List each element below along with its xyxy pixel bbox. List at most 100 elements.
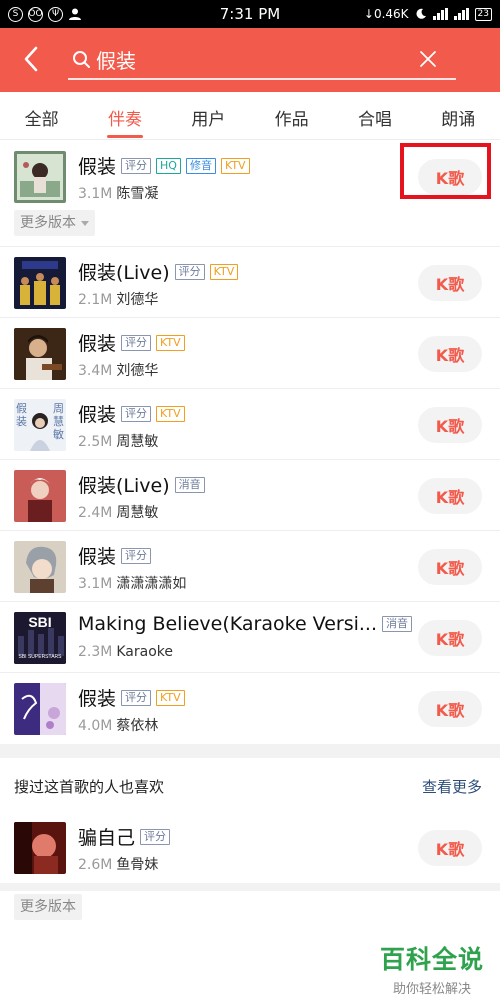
tag-score: 评分 — [121, 689, 152, 706]
artist-name: 刘德华 — [116, 292, 159, 308]
sing-button[interactable]: K歌 — [418, 478, 482, 514]
tag-score: 评分 — [121, 547, 152, 564]
song-row[interactable]: 假装 评分 KTV 4.0M 蔡依林 K歌 — [0, 673, 500, 744]
play-count: 2.4M — [78, 505, 113, 521]
tag-vocal-removed: 消音 — [174, 476, 205, 493]
tab-works[interactable]: 作品 — [250, 92, 333, 139]
tag-ktv: KTV — [156, 689, 185, 706]
highlight-box — [400, 143, 491, 199]
artist-name: 周慧敏 — [116, 434, 159, 450]
more-versions-label: 更多版本 — [20, 899, 76, 915]
artist-name: 陈雪凝 — [116, 186, 159, 202]
tag-score: 评分 — [121, 334, 152, 351]
artist-name: 鱼骨妹 — [116, 857, 159, 873]
play-count: 4.0M — [78, 718, 113, 734]
song-row[interactable]: 假装(Live) 消音 2.4M 周慧敏 K歌 — [0, 460, 500, 531]
song-row[interactable]: 假装(Live) 评分 KTV 2.1M 刘德华 K歌 — [0, 247, 500, 318]
tag-vocal-removed: 消音 — [382, 616, 412, 632]
sing-button[interactable]: K歌 — [418, 265, 482, 301]
user-icon — [69, 8, 81, 20]
artist-name: 刘德华 — [116, 363, 159, 379]
album-cover — [14, 683, 66, 735]
notification-oo-icon: OO — [28, 6, 43, 22]
song-title: Making Believe(Karaoke Versi... — [78, 613, 377, 635]
sing-button[interactable]: K歌 — [418, 407, 482, 443]
tab-all[interactable]: 全部 — [0, 92, 83, 139]
tab-users[interactable]: 用户 — [167, 92, 250, 139]
notification-psi-icon: Ψ — [48, 6, 63, 22]
song-title: 假装 — [78, 546, 117, 568]
play-count: 2.6M — [78, 857, 113, 873]
related-section-header: 搜过这首歌的人也喜欢 查看更多 — [0, 758, 500, 814]
search-query: 假装 — [96, 48, 136, 73]
tag-ktv: KTV — [156, 405, 185, 422]
album-cover — [14, 328, 66, 380]
tag-score: 评分 — [174, 263, 205, 280]
search-input[interactable]: 假装 — [68, 40, 456, 80]
clear-search-button[interactable] — [414, 45, 442, 73]
watermark: 百科全说 助你轻松解决 — [372, 940, 492, 997]
song-title: 假装(Live) — [78, 475, 170, 497]
tag-score: 评分 — [121, 405, 152, 422]
album-cover — [14, 257, 66, 309]
cover-char: 装 — [16, 415, 27, 428]
sing-button[interactable]: K歌 — [418, 336, 482, 372]
song-row[interactable]: SBI SBI SUPERSTARS Making Believe(Karaok… — [0, 602, 500, 673]
album-cover — [14, 151, 66, 203]
song-title: 假装 — [78, 333, 117, 355]
search-header: 假装 — [0, 28, 500, 92]
play-count: 2.1M — [78, 292, 113, 308]
search-icon — [73, 51, 90, 68]
section-divider — [0, 883, 500, 891]
tab-accompaniment[interactable]: 伴奏 — [83, 92, 166, 139]
play-count: 3.4M — [78, 363, 113, 379]
artist-name: Karaoke — [116, 644, 173, 660]
view-more-link[interactable]: 查看更多 — [422, 776, 482, 797]
watermark-subtitle: 助你轻松解决 — [392, 982, 471, 997]
tag-ktv: KTV — [156, 334, 185, 351]
caret-down-icon — [81, 220, 89, 226]
song-row[interactable]: 假 周 装 慧 敏 假装 评分 KTV 2.5M 周慧敏 K歌 — [0, 389, 500, 460]
tab-recitation[interactable]: 朗诵 — [417, 92, 500, 139]
chevron-left-icon — [24, 46, 38, 72]
cover-sub-text: SBI SUPERSTARS — [18, 654, 62, 660]
album-cover: 假 周 装 慧 敏 — [14, 399, 66, 451]
close-icon — [420, 51, 436, 67]
play-count: 2.5M — [78, 434, 113, 450]
artist-name: 蔡依林 — [116, 718, 159, 734]
related-song-row[interactable]: 骗自己 评分 2.6M 鱼骨妹 K歌 — [0, 812, 500, 883]
back-button[interactable] — [16, 42, 46, 76]
signal-icon — [432, 8, 448, 20]
song-title: 骗自己 — [78, 827, 136, 849]
tab-duet[interactable]: 合唱 — [333, 92, 416, 139]
song-title: 假装 — [78, 156, 117, 178]
album-cover: SBI SBI SUPERSTARS — [14, 612, 66, 664]
notification-s-icon: S — [8, 6, 23, 22]
category-tabs: 全部 伴奏 用户 作品 合唱 朗诵 — [0, 92, 500, 140]
sing-button[interactable]: K歌 — [418, 549, 482, 585]
net-speed: ↓0.46K — [363, 7, 409, 21]
more-versions-button[interactable]: 更多版本 — [14, 210, 95, 236]
tag-score: 评分 — [140, 828, 171, 845]
album-cover — [14, 541, 66, 593]
album-cover — [14, 822, 66, 874]
artist-name: 周慧敏 — [116, 505, 159, 521]
play-count: 3.1M — [78, 576, 113, 592]
tag-score: 评分 — [121, 157, 152, 174]
sing-button[interactable]: K歌 — [418, 620, 482, 656]
song-row[interactable]: 假装 评分 KTV 3.4M 刘德华 K歌 — [0, 318, 500, 389]
section-divider — [0, 744, 500, 758]
song-title: 假装(Live) — [78, 262, 170, 284]
battery-icon: 23 — [474, 7, 492, 21]
more-versions-button[interactable]: 更多版本 — [14, 894, 82, 920]
song-title: 假装 — [78, 404, 117, 426]
sing-button[interactable]: K歌 — [418, 691, 482, 727]
cover-char: 敏 — [53, 428, 64, 441]
watermark-title: 百科全说 — [379, 945, 484, 974]
sing-button[interactable]: K歌 — [418, 830, 482, 866]
tag-ktv: KTV — [209, 263, 239, 280]
song-row[interactable]: 假装 评分 3.1M 潇潇潇潇如 K歌 — [0, 531, 500, 602]
album-cover — [14, 470, 66, 522]
signal-4g-icon — [453, 8, 469, 20]
artist-name: 潇潇潇潇如 — [116, 576, 187, 592]
